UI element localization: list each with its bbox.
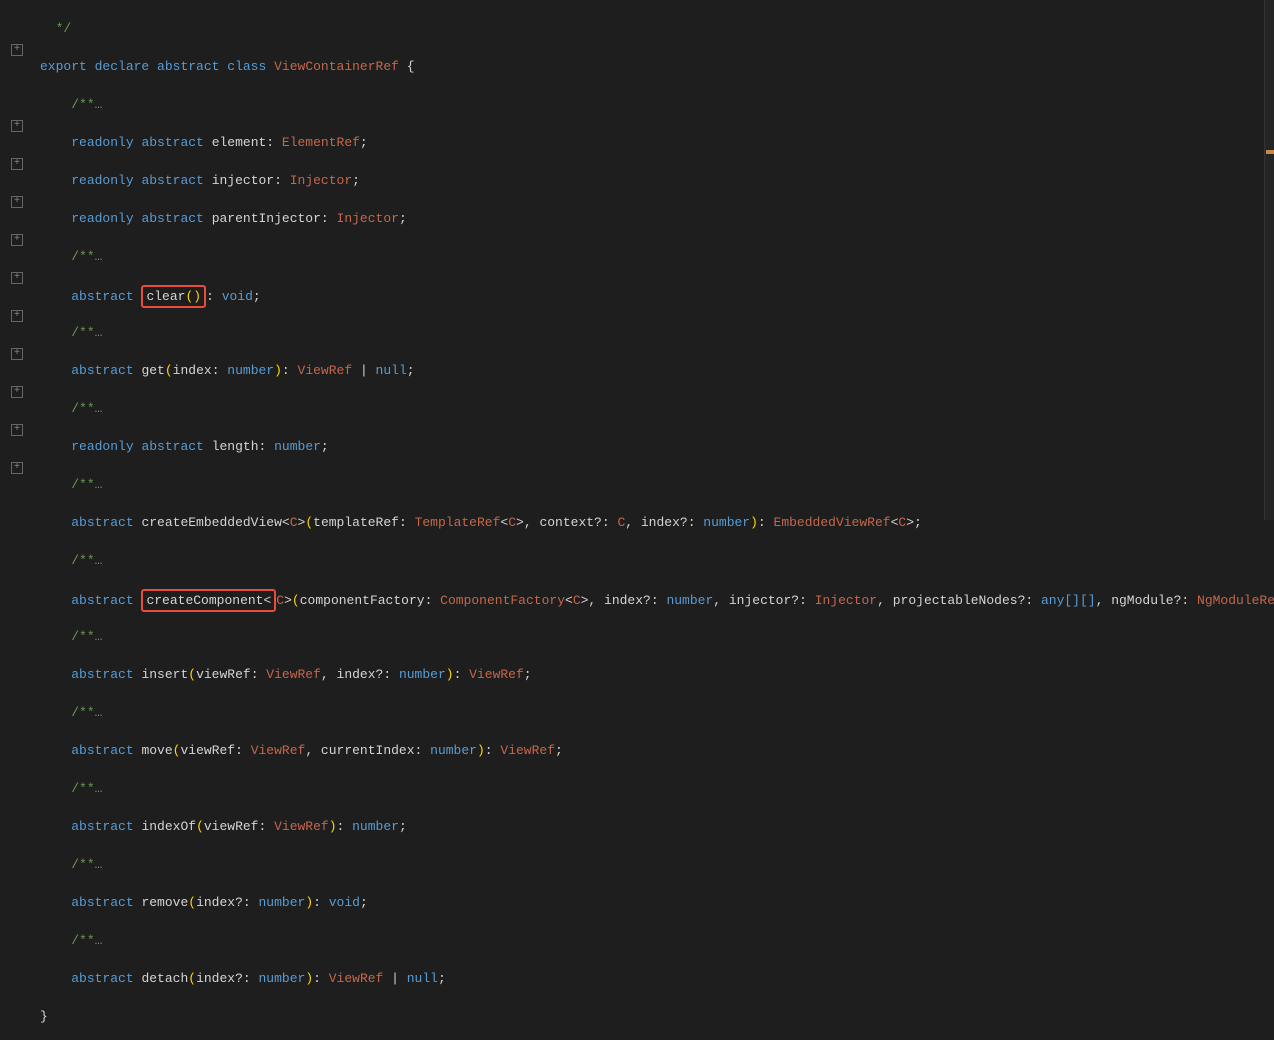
fold-icon[interactable]: + <box>11 196 23 208</box>
fold-icon[interactable]: + <box>11 234 23 246</box>
fold-icon[interactable]: + <box>11 424 23 436</box>
code-line[interactable]: abstract move(viewRef: ViewRef, currentI… <box>40 741 1274 760</box>
fold-icon[interactable]: + <box>11 44 23 56</box>
code-line[interactable]: /**… <box>40 855 1274 874</box>
code-editor: + + + + + + + + + + + */ export declare … <box>0 0 1274 1040</box>
code-line[interactable]: readonly abstract parentInjector: Inject… <box>40 209 1274 228</box>
code-line[interactable]: abstract createEmbeddedView<C>(templateR… <box>40 513 1274 532</box>
code-line[interactable]: /**… <box>40 475 1274 494</box>
code-line[interactable]: abstract clear(): void; <box>40 285 1274 304</box>
code-line[interactable]: /**… <box>40 703 1274 722</box>
code-line[interactable]: readonly abstract injector: Injector; <box>40 171 1274 190</box>
code-line[interactable]: abstract remove(index?: number): void; <box>40 893 1274 912</box>
code-area[interactable]: */ export declare abstract class ViewCon… <box>34 0 1274 1040</box>
code-line[interactable]: abstract insert(viewRef: ViewRef, index?… <box>40 665 1274 684</box>
minimap[interactable] <box>1264 0 1274 520</box>
fold-icon[interactable]: + <box>11 272 23 284</box>
code-line[interactable]: /**… <box>40 95 1274 114</box>
fold-icon[interactable]: + <box>11 462 23 474</box>
code-line[interactable]: */ <box>40 19 1274 38</box>
fold-icon[interactable]: + <box>11 158 23 170</box>
fold-icon[interactable]: + <box>11 386 23 398</box>
fold-icon[interactable]: + <box>11 120 23 132</box>
code-line[interactable]: /**… <box>40 551 1274 570</box>
code-line[interactable]: abstract createComponent<C>(componentFac… <box>40 589 1274 608</box>
code-line[interactable]: readonly abstract length: number; <box>40 437 1274 456</box>
code-line[interactable]: /**… <box>40 627 1274 646</box>
code-line[interactable]: /**… <box>40 931 1274 950</box>
code-line[interactable]: abstract get(index: number): ViewRef | n… <box>40 361 1274 380</box>
gutter: + + + + + + + + + + + <box>0 0 34 1040</box>
code-line[interactable]: /**… <box>40 399 1274 418</box>
code-line[interactable]: export declare abstract class ViewContai… <box>40 57 1274 76</box>
code-line[interactable]: } <box>40 1007 1274 1026</box>
minimap-mark <box>1266 150 1274 154</box>
code-line[interactable]: abstract detach(index?: number): ViewRef… <box>40 969 1274 988</box>
highlight-clear: clear() <box>141 285 206 308</box>
code-line[interactable]: /**… <box>40 323 1274 342</box>
highlight-createcomponent: createComponent< <box>141 589 276 612</box>
code-line[interactable]: abstract indexOf(viewRef: ViewRef): numb… <box>40 817 1274 836</box>
code-line[interactable]: /**… <box>40 779 1274 798</box>
code-line[interactable]: readonly abstract element: ElementRef; <box>40 133 1274 152</box>
fold-icon[interactable]: + <box>11 348 23 360</box>
fold-icon[interactable]: + <box>11 310 23 322</box>
code-line[interactable]: /**… <box>40 247 1274 266</box>
